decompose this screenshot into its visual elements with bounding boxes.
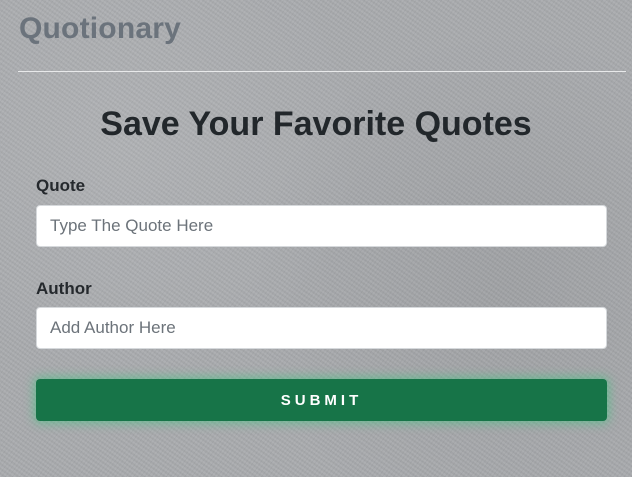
brand-logo-text[interactable]: Quotionary — [19, 14, 181, 44]
quote-input[interactable] — [36, 205, 607, 247]
quote-label: Quote — [36, 176, 86, 195]
page-title: Save Your Favorite Quotes — [100, 105, 532, 143]
submit-button[interactable]: SUBMIT — [36, 379, 607, 421]
author-label: Author — [36, 279, 92, 298]
navbar: Quotionary — [18, 0, 626, 72]
author-input[interactable] — [36, 307, 607, 349]
